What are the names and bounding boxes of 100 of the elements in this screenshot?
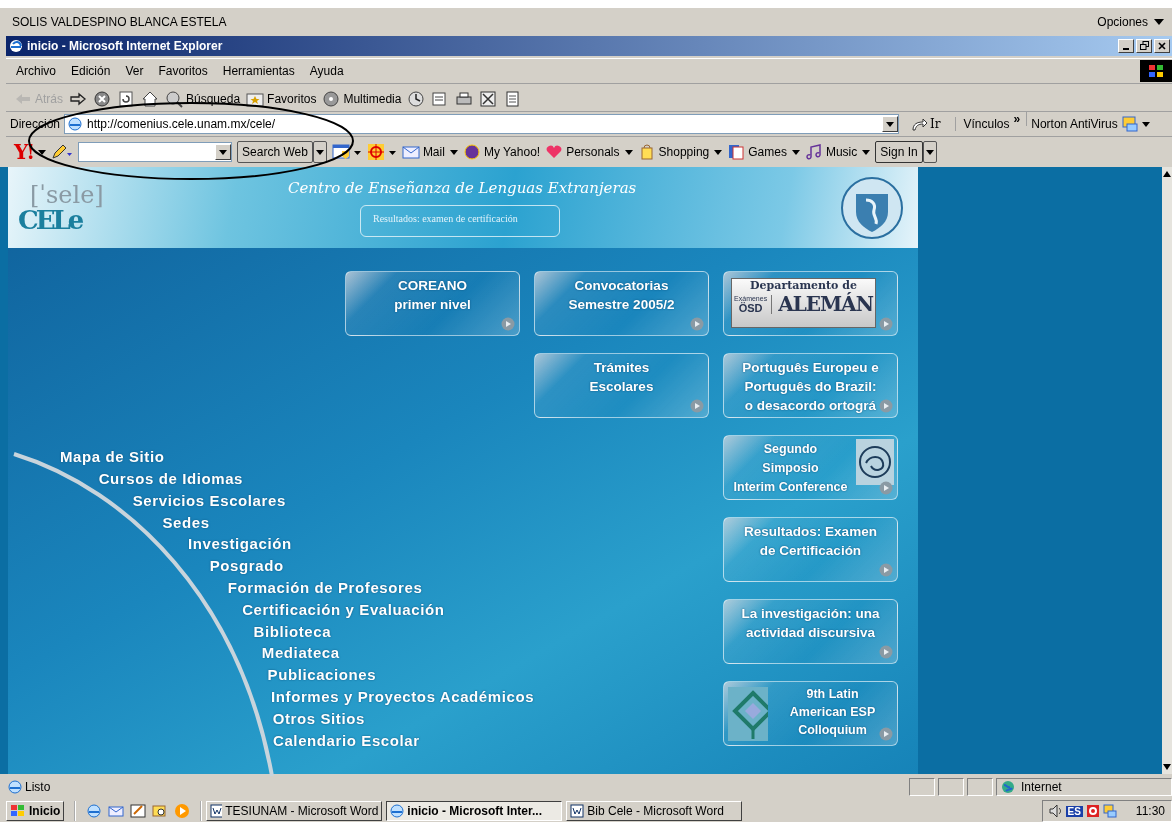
nav-tile[interactable]: COREANO primer nivel	[345, 271, 520, 337]
more-links-button[interactable]: »	[1013, 112, 1028, 127]
site-map-link[interactable]: Sedes	[162, 511, 210, 534]
start-button[interactable]: Inicio	[6, 801, 65, 821]
toolbar-button[interactable]	[479, 89, 498, 108]
nav-tile[interactable]: Convocatorias Semestre 2005/2	[534, 271, 709, 337]
window-shield-icon[interactable]	[331, 143, 362, 162]
page-icon	[8, 780, 22, 795]
envelope-icon[interactable]	[108, 803, 125, 819]
shield-icon[interactable]	[1085, 804, 1100, 818]
desktop-icon[interactable]	[130, 803, 147, 819]
nav-tile[interactable]: Trámites Escolares	[534, 353, 709, 419]
taskbar-button[interactable]: inicio - Microsoft Inter...	[386, 801, 563, 821]
close-button[interactable]	[1154, 38, 1170, 53]
emblem-drawing	[856, 439, 894, 486]
arrow-button-icon	[879, 481, 893, 496]
toolbar-link-icon	[545, 144, 564, 161]
menu-item[interactable]: Edición	[71, 63, 119, 78]
status-text: Listo	[25, 780, 52, 795]
toolbar-link[interactable]: Games	[727, 144, 787, 161]
caret-icon	[714, 149, 723, 155]
toolbar-button[interactable]	[93, 89, 111, 108]
discuss-icon	[503, 89, 522, 108]
address-field[interactable]: http://comenius.cele.unam.mx/cele/	[64, 114, 899, 135]
menu-item[interactable]: Ver	[125, 63, 152, 78]
vertical-scrollbar[interactable]	[1162, 167, 1172, 775]
tile-label: Convocatorias Semestre 2005/2	[568, 277, 675, 315]
menu-item[interactable]: Ayuda	[309, 63, 352, 78]
search-icon[interactable]	[152, 803, 169, 819]
caret-icon	[449, 149, 458, 155]
taskbar-button[interactable]: Bib Cele - Microsoft Word	[566, 801, 743, 821]
banner-text: ÖSD	[738, 301, 763, 314]
caret-icon	[624, 149, 633, 155]
diamond-logo-drawing	[728, 687, 768, 742]
minimize-button[interactable]	[1118, 38, 1134, 53]
restore-button[interactable]	[1136, 38, 1152, 53]
language-indicator[interactable]: ES	[1065, 805, 1083, 817]
site-map-link[interactable]: Mapa de Sitio	[60, 446, 165, 468]
monitor-icon[interactable]	[1102, 804, 1117, 818]
toolbar-link-icon	[401, 144, 420, 161]
toolbar-button[interactable]: Favoritos	[246, 89, 317, 108]
home-icon	[141, 89, 159, 108]
toolbar-link[interactable]: Personals	[545, 144, 620, 161]
clock: 11:30	[1135, 804, 1165, 818]
toolbar-link[interactable]: My Yahoo!	[462, 144, 541, 161]
toolbar-button[interactable]	[407, 89, 426, 108]
scroll-down-icon	[1163, 764, 1171, 771]
search-web-button[interactable]: Search Web	[237, 141, 313, 164]
norton-button[interactable]: Norton AntiVirus	[1031, 117, 1118, 132]
site-map-link[interactable]: Posgrado	[209, 555, 284, 577]
browser-icon[interactable]	[86, 803, 103, 819]
toolbar-link-icon	[804, 144, 823, 161]
tile-label: Segundo Simposio Interim Conference	[733, 441, 848, 497]
caret-icon	[1141, 121, 1150, 127]
search-field[interactable]	[78, 142, 233, 163]
taskbar-button[interactable]: TESIUNAM - Microsoft Word	[206, 801, 383, 821]
toolbar-button[interactable]	[455, 89, 474, 108]
caret-icon	[791, 149, 800, 155]
scroll-up-icon	[1163, 171, 1171, 178]
sign-in-button[interactable]: Sign In	[875, 141, 923, 164]
site-map-link[interactable]: Cursos de Idiomas	[98, 468, 244, 490]
toolbar-button[interactable]: Búsqueda	[165, 89, 241, 108]
status-pane	[967, 778, 993, 797]
toolbar-button[interactable]: Multimedia	[322, 89, 402, 108]
site-map-link[interactable]: Biblioteca	[253, 620, 332, 643]
windows-flag-icon	[10, 804, 26, 818]
site-map-link[interactable]: Formación de Profesores	[227, 577, 423, 599]
toolbar-link[interactable]: Mail	[401, 144, 445, 161]
speaker-icon[interactable]	[1048, 804, 1063, 818]
site-map-link[interactable]: Investigación	[188, 533, 292, 556]
menu-item[interactable]: Archivo	[16, 63, 64, 78]
sign-in-options-button[interactable]	[922, 141, 937, 164]
user-name: SOLIS VALDESPINO BLANCA ESTELA	[12, 14, 227, 29]
toolbar-link[interactable]: Shopping	[637, 144, 710, 161]
site-title: Centro de Enseñanza de Lenguas Extranjeras	[288, 178, 637, 197]
page-icon	[67, 116, 83, 133]
arrow-button-icon	[690, 317, 704, 332]
site-map-link[interactable]: Servicios Escolares	[132, 489, 286, 512]
toolbar-button[interactable]	[141, 89, 159, 108]
search-options-button[interactable]	[312, 141, 327, 164]
caret-icon	[315, 149, 324, 155]
go-arrow-icon	[911, 117, 927, 132]
toolbar-link[interactable]: Music	[804, 144, 858, 161]
toolbar-link-icon	[462, 144, 481, 161]
menu-item[interactable]: Favoritos	[158, 63, 216, 78]
nav-tile[interactable]: 9th Latin American ESP Colloquium	[723, 681, 898, 747]
options-menu[interactable]: Opciones	[1097, 14, 1164, 29]
history-icon	[407, 89, 426, 108]
tile-label: 9th Latin American ESP Colloquium	[789, 686, 876, 740]
site-map-link[interactable]: Certificación y Evaluación	[242, 598, 445, 621]
go-button[interactable]: Ir	[903, 117, 956, 132]
document-w-icon	[210, 804, 223, 818]
pencil-icon[interactable]	[51, 144, 74, 161]
tile-label: La investigación: una actividad discursiva	[741, 605, 880, 643]
refresh-icon	[117, 89, 135, 108]
menu-item[interactable]: Herramientas	[222, 63, 303, 78]
toolbar-button[interactable]	[117, 89, 135, 108]
shield-icon	[1121, 116, 1138, 133]
banner-text: Departamento de	[750, 279, 857, 293]
target-icon[interactable]	[366, 143, 397, 162]
